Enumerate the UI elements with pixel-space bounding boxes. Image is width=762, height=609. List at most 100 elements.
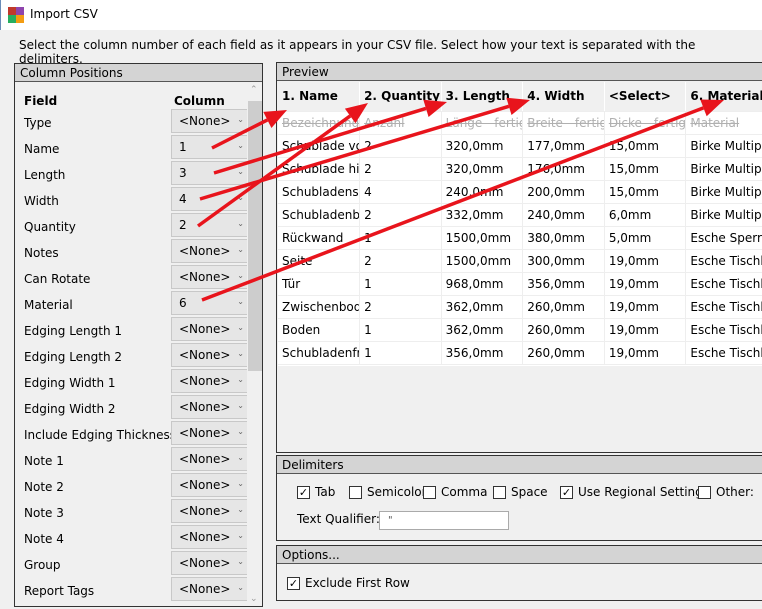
table-row: Rückwand 1 1500,0mm 380,0mm 5,0mm Esche Sperr… [278, 226, 762, 250]
chevron-down-icon: ⌄ [237, 323, 244, 332]
column-header[interactable]: 3. Length [441, 82, 524, 112]
field-label: Report Tags [24, 584, 95, 598]
column-header[interactable]: 6. Material [685, 82, 762, 112]
checkbox-checked-icon: ✓ [287, 576, 300, 590]
field-row: Note 1 <None> ⌄ [24, 447, 251, 473]
table-cell: 320,0mm [441, 134, 524, 158]
column-select[interactable]: 4 ⌄ [171, 187, 251, 211]
column-select[interactable]: 3 ⌄ [171, 161, 251, 185]
column-select[interactable]: <None> ⌄ [171, 499, 251, 523]
field-label: Quantity [24, 220, 76, 234]
table-cell: 1 [359, 226, 442, 250]
field-row: Material 6 ⌄ [24, 291, 251, 317]
column-header[interactable]: 4. Width [522, 82, 605, 112]
table-cell: Birke Multiplex [685, 134, 762, 158]
column-select[interactable]: <None> ⌄ [171, 525, 251, 549]
field-row: Edging Length 2 <None> ⌄ [24, 343, 251, 369]
delimiter-checkbox-space[interactable]: Space [493, 485, 548, 499]
table-row: Schubladenfrc 1 356,0mm 260,0mm 19,0mm Esche … [278, 341, 762, 365]
scroll-thumb[interactable] [248, 101, 262, 371]
table-cell: Rückwand [278, 226, 361, 250]
column-select[interactable]: <None> ⌄ [171, 343, 251, 367]
field-row: Notes <None> ⌄ [24, 239, 251, 265]
chevron-down-icon: ⌄ [237, 219, 244, 228]
table-cell: 2 [359, 249, 442, 273]
column-select[interactable]: <None> ⌄ [171, 317, 251, 341]
chevron-down-icon: ⌄ [237, 531, 244, 540]
column-select[interactable]: <None> ⌄ [171, 395, 251, 419]
table-cell: 1 [359, 272, 442, 296]
column-select[interactable]: 6 ⌄ [171, 291, 251, 315]
column-select[interactable]: <None> ⌄ [171, 421, 251, 445]
scrollbar[interactable]: ⌃ ⌄ [247, 83, 262, 606]
table-cell: Schubladensei [278, 180, 361, 204]
field-label: Name [24, 142, 60, 156]
field-label: Note 1 [24, 454, 64, 468]
table-row: Zwischenbode2362,0mm260,0mm19,0mmEsche T… [278, 295, 762, 319]
field-label: Can Rotate [24, 272, 91, 286]
table-cell: 240,0mm [522, 203, 605, 227]
table-cell: 2 [359, 295, 442, 319]
delimiter-checkbox-use-regional-setting[interactable]: ✓ Use Regional Setting [560, 485, 703, 499]
field-row: Can Rotate <None> ⌄ [24, 265, 251, 291]
column-select[interactable]: <None> ⌄ [171, 109, 251, 133]
table-cell: 15,0mm [604, 134, 687, 158]
column-select[interactable]: <None> ⌄ [171, 551, 251, 575]
text-qualifier-input[interactable] [379, 511, 509, 530]
table-cell: Esche Tischlerplatte [685, 272, 762, 296]
table-cell: Esche Tischlerplatte [685, 249, 762, 273]
field-row: Edging Width 2 <None> ⌄ [24, 395, 251, 421]
table-cell: 177,0mm [522, 134, 605, 158]
field-row: Note 2 <None> ⌄ [24, 473, 251, 499]
delimiter-checkbox-tab[interactable]: ✓ Tab [297, 485, 335, 499]
chevron-down-icon: ⌄ [237, 193, 244, 202]
delimiter-checkbox-semicolon[interactable]: Semicolon [349, 485, 429, 499]
table-cell: Esche Tischlerplatte [685, 318, 762, 342]
window-title: Import CSV [30, 7, 98, 21]
column-select[interactable]: <None> ⌄ [171, 447, 251, 471]
table-cell: Breite - fertig [522, 111, 605, 135]
preview-group: Preview 1. Name 2. Quantity 3. Length 4. Wi… [276, 62, 762, 453]
column-select[interactable]: 1 ⌄ [171, 135, 251, 159]
field-row: Edging Length 1 <None> ⌄ [24, 317, 251, 343]
field-label: Edging Length 1 [24, 324, 123, 338]
field-row: Width 4 ⌄ [24, 187, 251, 213]
table-cell: 362,0mm [441, 318, 524, 342]
delimiter-checkbox-comma[interactable]: Comma [423, 485, 487, 499]
chevron-down-icon: ⌄ [237, 583, 244, 592]
column-header[interactable]: <Select> [604, 82, 687, 112]
column-select[interactable]: 2 ⌄ [171, 213, 251, 237]
field-label: Edging Width 2 [24, 402, 116, 416]
scroll-up-icon[interactable]: ⌃ [250, 85, 258, 95]
delimiters-header: Delimiters [277, 456, 762, 474]
exclude-first-row-checkbox[interactable]: ✓ Exclude First Row [287, 576, 410, 590]
table-cell: 2 [359, 203, 442, 227]
table-cell: Schubladenbo [278, 203, 361, 227]
column-select[interactable]: <None> ⌄ [171, 265, 251, 289]
table-cell: 362,0mm [441, 295, 524, 319]
table-cell: 2 [359, 134, 442, 158]
field-label: Edging Width 1 [24, 376, 116, 390]
table-cell: 6,0mm [604, 203, 687, 227]
delimiter-checkbox-other[interactable]: Other: [698, 485, 754, 499]
column-select[interactable]: <None> ⌄ [171, 473, 251, 497]
table-row: Tür1968,0mm356,0mm19,0mmEsche Tischlerpl… [278, 272, 762, 296]
column-select[interactable]: <None> ⌄ [171, 239, 251, 263]
table-cell: Seite [278, 249, 361, 273]
checkbox-empty-icon [493, 485, 506, 499]
field-row: Include Edging Thickness <None> ⌄ [24, 421, 251, 447]
checkbox-empty-icon [698, 485, 711, 499]
scroll-down-icon[interactable]: ⌄ [250, 594, 258, 604]
table-cell: Schublade vor [278, 134, 361, 158]
column-header[interactable]: 1. Name [278, 82, 361, 112]
table-cell: Bezeichnung [278, 111, 361, 135]
chevron-down-icon: ⌄ [237, 479, 244, 488]
field-row: Length 3 ⌄ [24, 161, 251, 187]
column-select[interactable]: <None> ⌄ [171, 577, 251, 601]
column-select[interactable]: <None> ⌄ [171, 369, 251, 393]
table-row: Schubladenbo 2 332,0mm 240,0mm 6,0mm Birke Mu… [278, 203, 762, 227]
column-header[interactable]: 2. Quantity [359, 82, 442, 112]
field-label: Material [24, 298, 73, 312]
chevron-down-icon: ⌄ [237, 505, 244, 514]
table-cell: Zwischenbode [278, 295, 361, 319]
